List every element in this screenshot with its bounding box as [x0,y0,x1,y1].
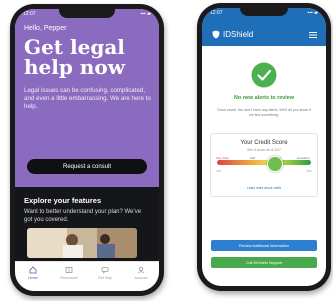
shield-icon [212,30,220,39]
status-time: 12:07 [23,11,36,17]
brand-name: IDShield [223,30,254,39]
tab-home[interactable]: Home [16,266,50,280]
status-signal-icon: ▪▪▪ ▰ [140,11,151,17]
phone-notch [240,8,288,16]
brand-logo: IDShield [212,30,253,39]
book-icon [65,267,73,273]
hero-banner: Hello, Pepper Get legal help now Legal i… [15,9,159,187]
idshield-app-screen: 12:07 ▪▪▪ ▰ IDShield No new alerts to re… [202,8,326,286]
person-icon [138,266,144,274]
features-title: Explore your features [24,196,102,205]
intro-text: Legal issues can be confusing, complicat… [24,87,151,110]
phone-notch [59,9,115,18]
call-support-button[interactable]: Call IDShield Support [211,257,317,268]
alert-status-title: No new alerts to review [234,95,294,101]
chat-icon [101,267,109,274]
checkmark-circle-icon [251,62,277,88]
phone-idshield-app: 12:07 ▪▪▪ ▰ IDShield No new alerts to re… [197,3,331,291]
tab-resources[interactable]: Resources [52,266,86,280]
features-text: Want to better understand your plan? We’… [24,209,142,223]
gauge-scale-max: 850 [306,169,312,173]
feature-photo-image [27,228,137,258]
page-title: Get legal help now [24,35,125,79]
tab-get-help-label: Get Help [97,276,113,280]
credit-score-subtitle: See it score as of 1/27 [247,148,281,152]
learn-more-link[interactable]: Learn more about credit [211,186,317,190]
status-time: 12:07 [210,10,223,16]
phone-legal-app: 12:07 ▪▪▪ ▰ Hello, Pepper Get legal help… [10,4,164,296]
status-signal-icon: ▪▪▪ ▰ [307,10,318,16]
credit-score-card: Your Credit Score See it score as of 1/2… [210,133,318,197]
request-consult-button[interactable]: Request a consult [27,159,147,174]
tab-get-help[interactable]: Get Help [88,266,122,280]
tab-account-label: Account [134,276,148,280]
hamburger-menu-icon[interactable] [309,32,317,38]
review-info-button[interactable]: Review Additional Information [211,240,317,251]
home-icon [29,266,37,274]
tab-account[interactable]: Account [124,266,158,280]
legal-app-screen: 12:07 ▪▪▪ ▰ Hello, Pepper Get legal help… [15,9,159,291]
tab-bar: Home Resources Get Help Account [15,261,159,291]
tab-home-label: Home [28,276,38,280]
alert-status-text: Good news! You don’t have any alerts. We… [217,108,311,117]
gauge-scale-min: 300 [216,169,222,173]
credit-score-title: Your Credit Score [240,140,288,146]
credit-score-gauge [217,160,311,165]
greeting-text: Hello, Pepper [24,25,67,32]
credit-score-marker [267,156,284,172]
feature-photo[interactable] [27,228,137,258]
tab-resources-label: Resources [60,276,78,280]
